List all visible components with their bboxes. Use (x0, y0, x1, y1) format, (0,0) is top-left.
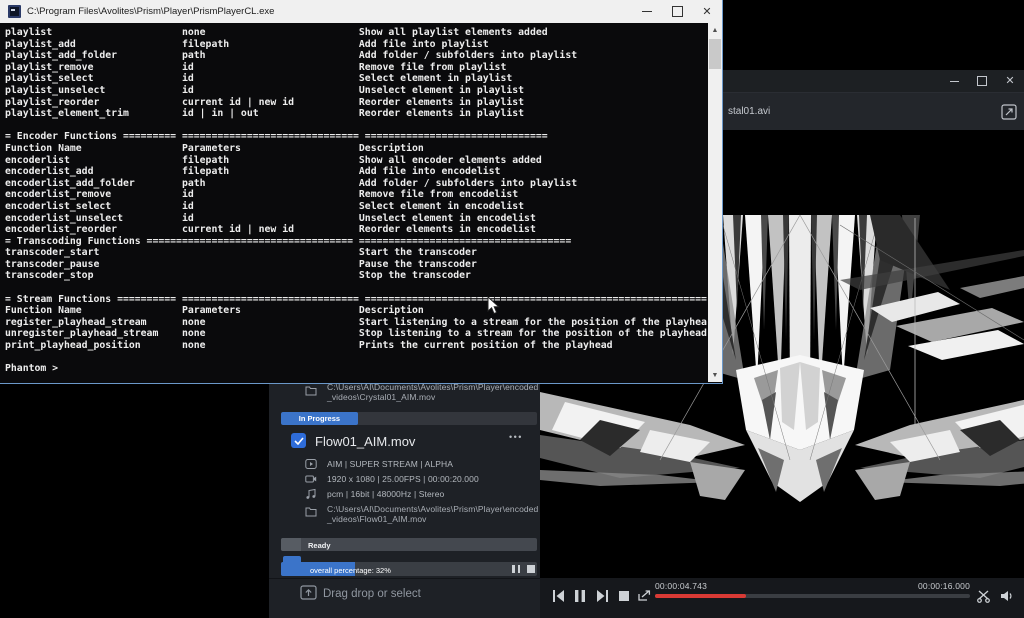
audio-note-icon (305, 488, 317, 500)
current-time: 00:00:04.743 (655, 581, 707, 591)
console-maximize-button[interactable] (662, 0, 692, 23)
console-output: playlist none Show all playlist elements… (5, 27, 707, 379)
console-close-button[interactable]: ✕ (692, 0, 722, 23)
console-minimize-button[interactable] (632, 0, 662, 23)
scroll-down-icon[interactable]: ▼ (708, 368, 722, 382)
cmd-icon (8, 5, 21, 18)
seek-bar-fill (655, 594, 746, 598)
item-checkbox[interactable] (291, 433, 306, 448)
player-maximize-button[interactable] (968, 70, 996, 92)
overall-progress-label: overall percentage: 32% (310, 566, 391, 575)
seek-bar[interactable] (655, 594, 970, 598)
pause-transcode-button[interactable] (512, 565, 520, 573)
loop-mode-button[interactable] (637, 589, 651, 603)
close-icon: ✕ (1005, 76, 1014, 87)
close-icon: ✕ (702, 5, 711, 18)
skip-end-button[interactable] (595, 589, 609, 603)
video-camera-icon (305, 473, 317, 485)
item-status-bar: Ready (281, 538, 537, 551)
item-audio-info: pcm | 16bit | 48000Hz | Stereo (327, 489, 444, 499)
trim-scissors-button[interactable] (976, 588, 992, 604)
console-scrollbar[interactable]: ▲ ▼ (708, 23, 722, 382)
check-icon (294, 437, 304, 445)
status-bar-cap (281, 538, 301, 551)
transport-bar: 00:00:04.743 00:00:16.000 (540, 578, 1024, 618)
item-video-info: 1920 x 1080 | 25.00FPS | 00:00:20.000 (327, 474, 479, 484)
item-progress-bar: In Progress (281, 412, 537, 425)
item-status-label: Ready (308, 541, 331, 550)
mouse-cursor (487, 296, 500, 315)
player-close-button[interactable]: ✕ (996, 70, 1024, 92)
item-stream-info: AIM | SUPER STREAM | ALPHA (327, 459, 453, 469)
player-minimize-button[interactable] (940, 70, 968, 92)
loaded-file-name: stal01.avi (728, 106, 770, 117)
stop-transcode-button[interactable] (527, 565, 535, 573)
fullscreen-icon[interactable] (1000, 103, 1018, 121)
dropzone-label[interactable]: Drag drop or select (323, 588, 421, 600)
progress-status-label: In Progress (299, 414, 340, 423)
prev-item-path: C:\Users\AI\Documents\Avolites\Prism\Pla… (327, 382, 532, 402)
scroll-up-icon[interactable]: ▲ (708, 23, 722, 37)
item-menu-button[interactable]: ••• (509, 432, 523, 442)
maximize-icon (977, 76, 987, 86)
stop-button[interactable] (617, 589, 631, 603)
item-path: C:\Users\AI\Documents\Avolites\Prism\Pla… (327, 504, 532, 524)
scrollbar-thumb[interactable] (709, 39, 721, 69)
folder-icon (305, 385, 317, 396)
stream-type-icon (305, 458, 317, 470)
overall-progress-bar: overall percentage: 32% (281, 562, 537, 576)
total-time: 00:00:16.000 (918, 581, 970, 591)
console-window: C:\Program Files\Avolites\Prism\Player\P… (0, 0, 723, 384)
console-titlebar[interactable]: C:\Program Files\Avolites\Prism\Player\P… (0, 0, 722, 23)
volume-button[interactable] (999, 588, 1015, 604)
item-filename: Flow01_AIM.mov (315, 434, 415, 449)
upload-icon (300, 585, 317, 600)
divider (269, 578, 540, 579)
minimize-icon (642, 11, 652, 12)
minimize-icon (950, 81, 959, 82)
folder-icon (305, 506, 317, 517)
maximize-icon (672, 6, 683, 17)
pause-button[interactable] (573, 589, 587, 603)
skip-start-button[interactable] (552, 589, 566, 603)
console-title: C:\Program Files\Avolites\Prism\Player\P… (27, 6, 274, 17)
